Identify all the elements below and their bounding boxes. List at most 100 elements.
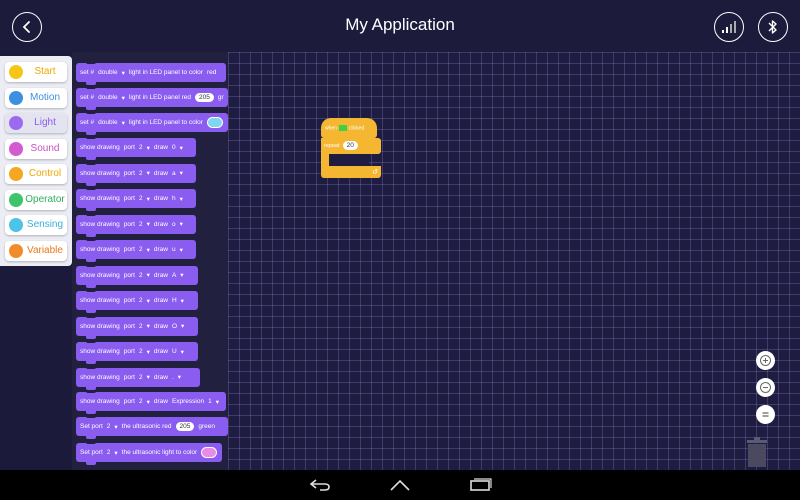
category-motion[interactable]: Motion [5, 87, 67, 108]
color-dropdown[interactable]: red [207, 69, 216, 76]
color-swatch-input[interactable] [206, 117, 223, 128]
page-title: My Application [345, 15, 455, 34]
category-control[interactable]: Control [5, 164, 67, 184]
block-text: show drawing [80, 373, 120, 381]
repeat-block-slot[interactable] [329, 154, 369, 166]
draw-value-dropdown[interactable]: u [172, 246, 176, 253]
port-dropdown[interactable]: 2 [139, 221, 143, 228]
show-drawing-block[interactable]: show drawing port 2 ▾ draw. ▾ [76, 365, 200, 390]
show-drawing-block[interactable]: show drawing port 2 ▾ draw o ▾ [76, 212, 196, 237]
bluetooth-button[interactable] [758, 12, 788, 42]
port-dropdown[interactable]: 2 [139, 246, 143, 253]
repeat-block-side [321, 154, 329, 166]
category-label: Sound [30, 142, 60, 154]
hat-event: clicked [348, 125, 365, 132]
repeat-count-input[interactable]: 20 [342, 141, 358, 150]
dropdown-arrow-icon: ▾ [179, 195, 183, 203]
draw-value-dropdown[interactable]: . [172, 374, 174, 381]
show-drawing-block[interactable]: show drawing port 2 ▾ draw u ▾ [76, 238, 196, 262]
category-variable[interactable]: Variable [5, 240, 67, 261]
mode-dropdown[interactable]: double [98, 119, 118, 126]
script-stack[interactable]: when clicked repeat 20 ↺ [321, 118, 383, 180]
block-palette[interactable]: set # double ▾ light in LED panel to colo… [72, 52, 228, 470]
category-sound[interactable]: Sound [5, 138, 67, 159]
port-dropdown[interactable]: 2 [107, 449, 111, 456]
color-swatch-input[interactable] [201, 447, 218, 458]
zoom-out-button[interactable] [756, 378, 775, 397]
red-value-input[interactable]: 205 [195, 93, 214, 102]
port-dropdown[interactable]: 2 [139, 272, 143, 279]
expression-value-dropdown[interactable]: 1 [208, 398, 212, 405]
dropdown-arrow-icon: ▾ [179, 221, 183, 228]
draw-value-dropdown[interactable]: H [172, 297, 177, 304]
port-dropdown[interactable]: 2 [139, 195, 143, 202]
draw-value-dropdown[interactable]: A [172, 272, 176, 279]
dropdown-arrow-icon: ▾ [146, 323, 150, 330]
dropdown-arrow-icon: ▾ [146, 398, 150, 406]
show-drawing-block[interactable]: show drawing port 2 ▾ draw O ▾ [76, 314, 198, 339]
set-led-swatch-block[interactable]: set # double ▾ light in LED panel to colo… [76, 111, 228, 135]
block-text: the ultrasonic light to color [121, 449, 198, 456]
port-dropdown[interactable]: 2 [139, 398, 143, 405]
repeat-block[interactable]: repeat 20 [321, 138, 381, 154]
expression-dropdown[interactable]: Expression [172, 398, 204, 405]
category-color-dot-icon [9, 167, 23, 181]
category-sensing[interactable]: Sensing [5, 215, 67, 235]
script-canvas[interactable] [228, 52, 800, 470]
port-dropdown[interactable]: 2 [139, 323, 143, 330]
nav-recents-icon[interactable] [468, 478, 492, 492]
port-dropdown[interactable]: 2 [139, 348, 143, 355]
block-text: set # [80, 119, 95, 126]
port-dropdown[interactable]: 2 [139, 144, 143, 151]
category-operator[interactable]: Operator [5, 189, 67, 210]
nav-back-icon[interactable] [308, 478, 332, 492]
port-dropdown[interactable]: 2 [139, 297, 143, 304]
zoom-reset-button[interactable] [756, 405, 775, 424]
dropdown-arrow-icon: ▾ [180, 272, 184, 279]
trash-can-icon[interactable] [745, 437, 769, 467]
dropdown-arrow-icon: ▾ [179, 144, 183, 152]
draw-value-dropdown[interactable]: 0 [172, 144, 176, 151]
block-text: port [123, 220, 135, 228]
draw-value-dropdown[interactable]: o [172, 221, 176, 228]
port-dropdown[interactable]: 2 [139, 374, 143, 381]
red-value-input[interactable]: 205 [175, 422, 195, 431]
set-led-rgb-block[interactable]: set # double ▾ light in LED panel red 205… [76, 86, 228, 110]
show-drawing-block[interactable]: show drawing port 2 ▾ draw 0 ▾ [76, 136, 196, 160]
draw-value-dropdown[interactable]: O [172, 323, 177, 330]
signal-icon [722, 21, 736, 33]
dropdown-arrow-icon: ▾ [121, 119, 125, 127]
draw-value-dropdown[interactable]: a [172, 170, 176, 177]
signal-button[interactable] [714, 12, 744, 42]
when-clicked-block[interactable]: when clicked [321, 118, 377, 138]
nav-home-icon[interactable] [388, 478, 412, 492]
set-ultrasonic-rgb-block[interactable]: Set port 2 ▾ the ultrasonic red 205 green [76, 415, 228, 439]
dropdown-arrow-icon: ▾ [146, 374, 150, 381]
show-drawing-block[interactable]: show drawing port 2 ▾ draw h ▾ [76, 187, 196, 211]
category-start[interactable]: Start [5, 62, 67, 82]
category-color-dot-icon [9, 116, 23, 130]
show-drawing-block[interactable]: show drawing port 2 ▾ draw a ▾ [76, 161, 196, 186]
block-text: port [123, 195, 135, 202]
draw-value-dropdown[interactable]: U [172, 348, 177, 355]
block-text: show drawing [80, 322, 120, 330]
block-text: port [123, 144, 135, 151]
mode-dropdown[interactable]: double [98, 69, 118, 76]
zoom-in-button[interactable] [756, 351, 775, 370]
show-drawing-block[interactable]: show drawing port 2 ▾ draw H ▾ [76, 289, 198, 313]
block-text: set # [80, 94, 95, 101]
show-drawing-block[interactable]: show drawing port 2 ▾ draw A ▾ [76, 263, 198, 288]
dropdown-arrow-icon: ▾ [179, 170, 183, 177]
port-dropdown[interactable]: 2 [139, 170, 143, 177]
show-drawing-block[interactable]: show drawing port 2 ▾ draw U ▾ [76, 340, 198, 364]
set-led-color-block[interactable]: set # double ▾ light in LED panel to colo… [76, 61, 226, 85]
mode-dropdown[interactable]: double [98, 94, 118, 101]
category-light[interactable]: Light [5, 113, 67, 133]
category-label: Start [34, 66, 56, 77]
dropdown-arrow-icon: ▾ [180, 297, 184, 305]
set-ultrasonic-color-block[interactable]: Set port 2 ▾ the ultrasonic light to colo… [76, 441, 222, 465]
category-label: Variable [27, 244, 63, 256]
draw-value-dropdown[interactable]: h [172, 195, 176, 202]
show-drawing-expression-block[interactable]: show drawing port 2 ▾ draw Expression 1 ▾ [76, 390, 226, 414]
port-dropdown[interactable]: 2 [107, 423, 111, 430]
